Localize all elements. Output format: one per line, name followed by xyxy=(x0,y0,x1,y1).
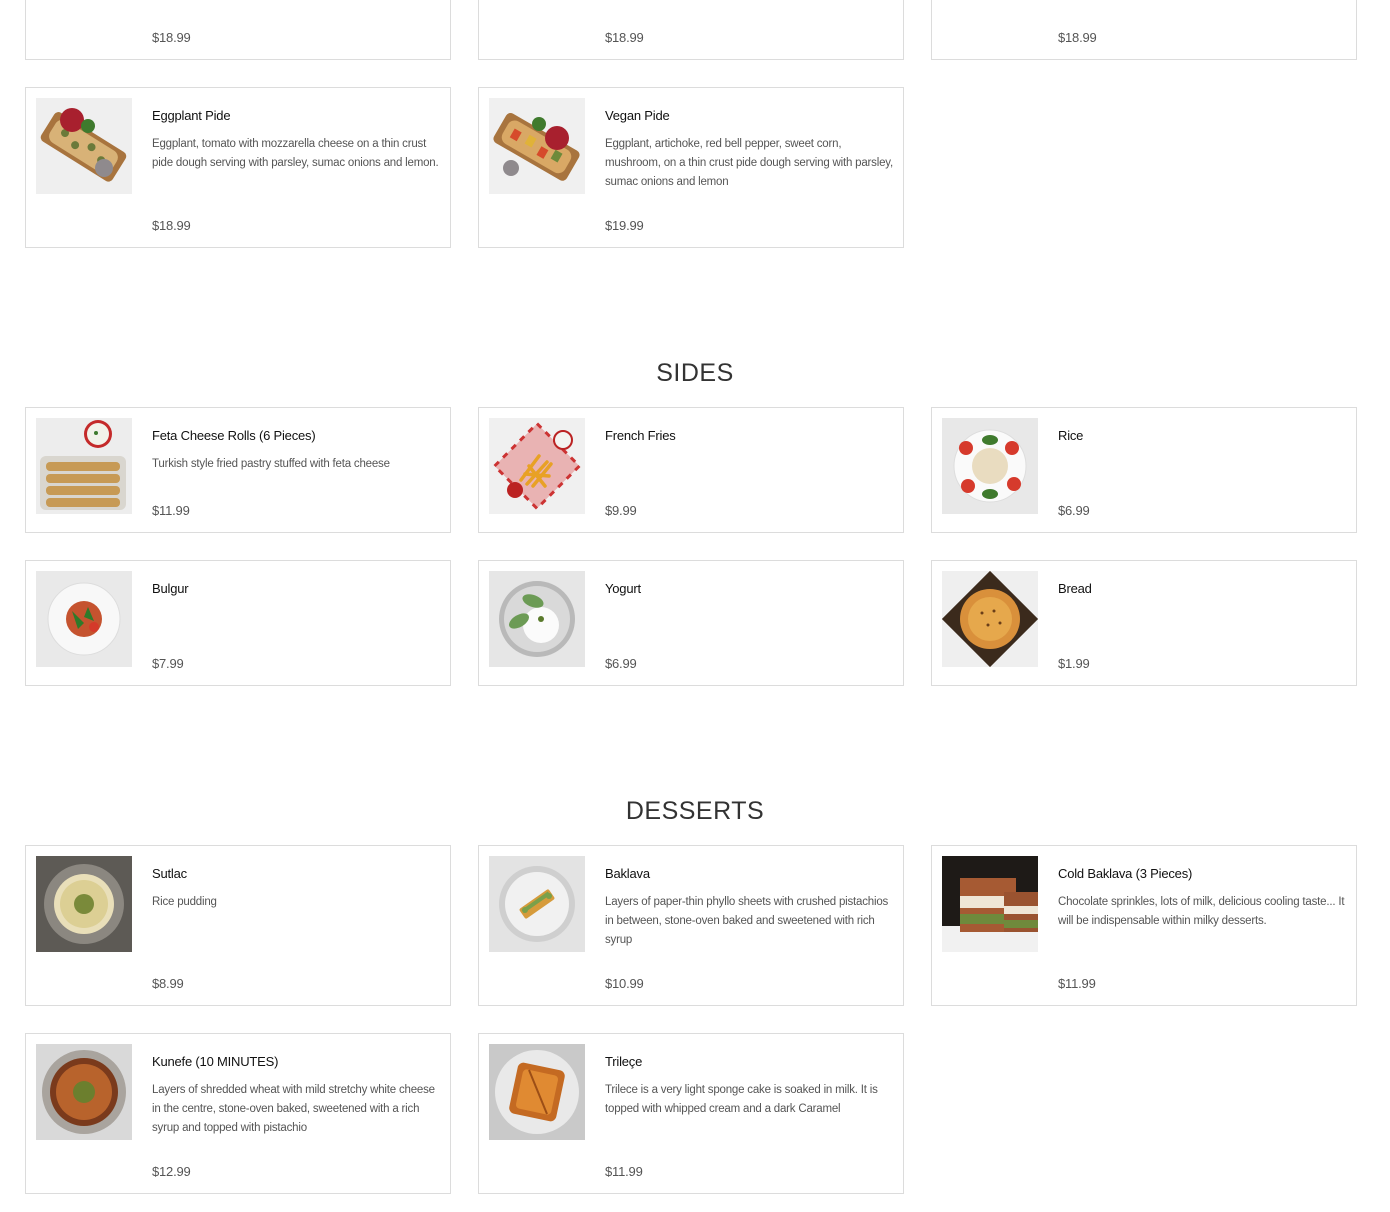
menu-item-card[interactable]: Bulgur $7.99 xyxy=(25,560,451,686)
item-name: Bread xyxy=(1058,581,1092,596)
item-price: $11.99 xyxy=(152,503,190,518)
menu-item-card[interactable]: Bread $1.99 xyxy=(931,560,1357,686)
item-price: $18.99 xyxy=(152,218,191,233)
item-price: $1.99 xyxy=(1058,656,1090,671)
item-price: $18.99 xyxy=(605,30,644,45)
food-image xyxy=(36,571,132,667)
item-name: Yogurt xyxy=(605,581,641,596)
menu-item-card[interactable]: Rice $6.99 xyxy=(931,407,1357,533)
food-image xyxy=(36,418,132,514)
item-name: French Fries xyxy=(605,428,676,443)
menu-item-card[interactable]: Feta Cheese Rolls (6 Pieces) Turkish sty… xyxy=(25,407,451,533)
item-name: Sutlac xyxy=(152,866,187,881)
food-image xyxy=(942,856,1038,952)
item-name: Bulgur xyxy=(152,581,189,596)
menu-item-card[interactable]: $18.99 xyxy=(25,0,451,60)
food-image xyxy=(489,0,585,7)
item-price: $18.99 xyxy=(1058,30,1097,45)
item-price: $6.99 xyxy=(605,656,637,671)
food-image xyxy=(489,1044,585,1140)
item-price: $11.99 xyxy=(605,1164,643,1179)
item-name: Cold Baklava (3 Pieces) xyxy=(1058,866,1193,881)
item-description: Eggplant, artichoke, red bell pepper, sw… xyxy=(605,138,893,188)
section-title-sides: SIDES xyxy=(656,359,734,387)
item-price: $7.99 xyxy=(152,656,184,671)
item-price: $10.99 xyxy=(605,976,644,991)
food-image xyxy=(942,418,1038,514)
item-price: $9.99 xyxy=(605,503,637,518)
item-name: Kunefe (10 MINUTES) xyxy=(152,1054,279,1069)
menu-item-card[interactable]: Cold Baklava (3 Pieces) Chocolate sprink… xyxy=(931,845,1357,1006)
item-name: Rice xyxy=(1058,428,1084,443)
item-price: $11.99 xyxy=(1058,976,1096,991)
item-price: $6.99 xyxy=(1058,503,1090,518)
item-name: Trileçe xyxy=(605,1054,643,1069)
item-price: $18.99 xyxy=(152,30,191,45)
menu-item-card[interactable]: Vegan Pide Eggplant, artichoke, red bell… xyxy=(478,87,904,248)
food-image xyxy=(942,571,1038,667)
menu-item-card[interactable]: Trileçe Trilece is a very light sponge c… xyxy=(478,1033,904,1194)
item-description: Layers of paper-thin phyllo sheets with … xyxy=(605,896,889,946)
food-image xyxy=(36,0,132,7)
menu-item-card[interactable]: French Fries $9.99 xyxy=(478,407,904,533)
item-name: Vegan Pide xyxy=(605,108,670,123)
item-price: $19.99 xyxy=(605,218,644,233)
menu-item-card[interactable]: Baklava Layers of paper-thin phyllo shee… xyxy=(478,845,904,1006)
menu-item-card[interactable]: $18.99 xyxy=(478,0,904,60)
menu-item-card[interactable]: Sutlac Rice pudding $8.99 xyxy=(25,845,451,1006)
menu-item-card[interactable]: $18.99 xyxy=(931,0,1357,60)
food-image xyxy=(489,418,585,514)
item-price: $12.99 xyxy=(152,1164,191,1179)
item-description: Turkish style fried pastry stuffed with … xyxy=(152,458,390,470)
section-title-desserts: DESSERTS xyxy=(625,797,765,825)
item-description: Chocolate sprinkles, lots of milk, delic… xyxy=(1058,896,1345,927)
food-image xyxy=(489,98,585,194)
item-name: Eggplant Pide xyxy=(152,108,231,123)
item-description: Layers of shredded wheat with mild stret… xyxy=(152,1084,435,1134)
item-description: Rice pudding xyxy=(152,896,217,908)
food-image xyxy=(36,1044,132,1140)
item-description: Trilece is a very light sponge cake is s… xyxy=(605,1084,878,1115)
menu-item-card[interactable]: Eggplant Pide Eggplant, tomato with mozz… xyxy=(25,87,451,248)
item-name: Feta Cheese Rolls (6 Pieces) xyxy=(152,428,316,443)
item-price: $8.99 xyxy=(152,976,184,991)
item-description: Eggplant, tomato with mozzarella cheese … xyxy=(152,138,439,169)
item-name: Baklava xyxy=(605,866,650,881)
menu-item-card[interactable]: Kunefe (10 MINUTES) Layers of shredded w… xyxy=(25,1033,451,1194)
food-image xyxy=(36,856,132,952)
food-image xyxy=(489,571,585,667)
food-image xyxy=(489,856,585,952)
menu-item-card[interactable]: Yogurt $6.99 xyxy=(478,560,904,686)
food-image xyxy=(36,98,132,194)
